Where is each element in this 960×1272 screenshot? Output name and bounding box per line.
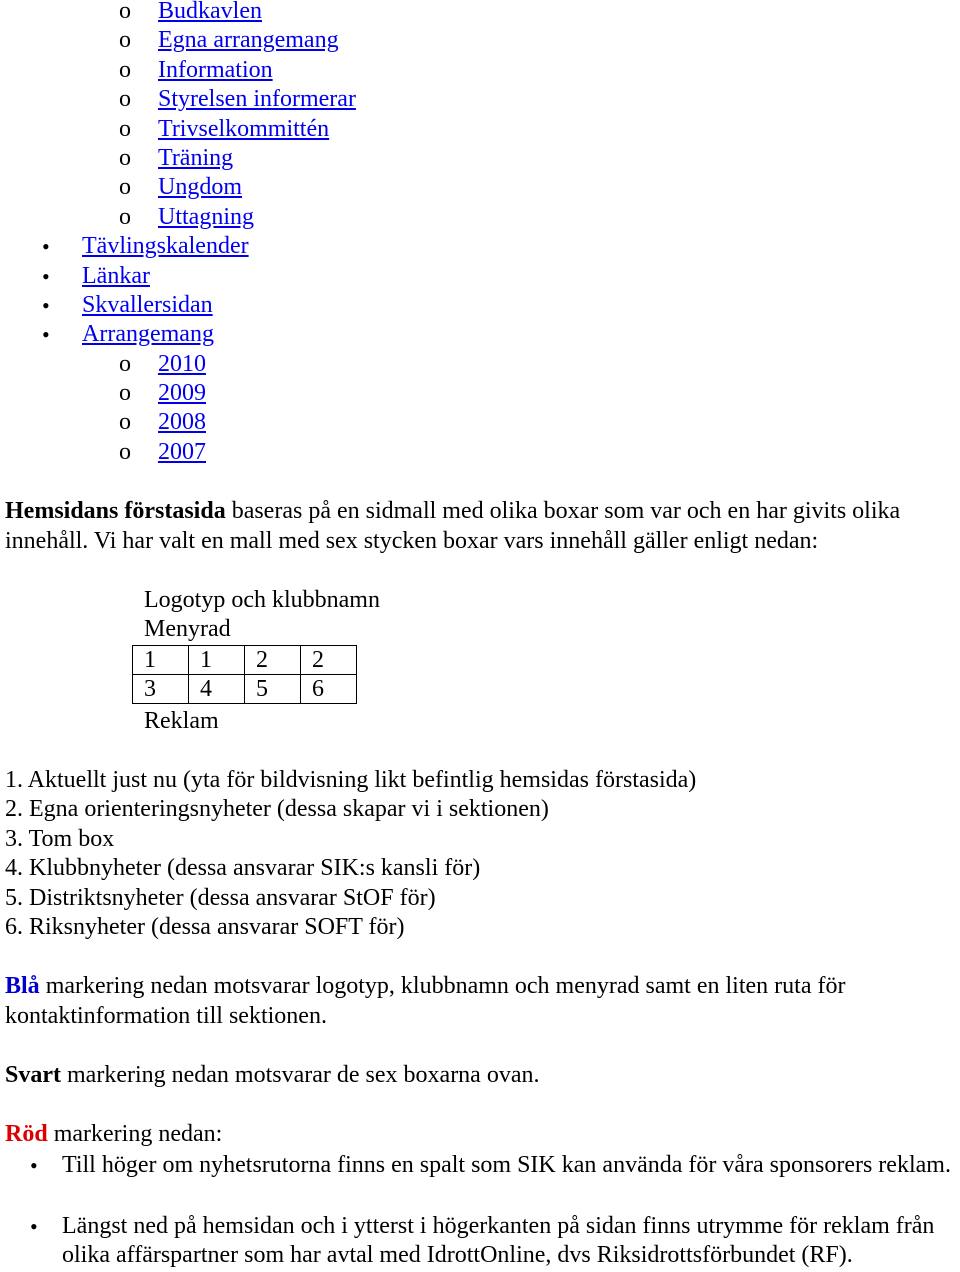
nav-item: • Arrangemang (0, 320, 960, 349)
nav-item: o 2010 (0, 350, 960, 379)
menu-label: Menyrad (144, 616, 231, 642)
nav-link[interactable]: Träning (158, 145, 233, 171)
grid-cell: 2 (300, 645, 357, 675)
box-item: 1. Aktuellt just nu (yta för bildvisning… (5, 767, 697, 793)
black-paragraph: Svart markering nedan motsvarar de sex b… (5, 1061, 960, 1091)
circle-marker-icon: o (119, 174, 131, 201)
black-word: Svart (5, 1062, 61, 1088)
nav-item: o Budkavlen (0, 0, 960, 26)
nav-item: o 2008 (0, 408, 960, 437)
nav-item: • Tävlingskalender (0, 232, 960, 261)
circle-marker-icon: o (119, 409, 131, 436)
nav-link[interactable]: Budkavlen (158, 0, 262, 24)
bullet-icon: • (30, 1214, 38, 1239)
red-bullet-item: • Till höger om nyhetsrutorna finns en sp… (30, 1151, 960, 1180)
layout-grid: 1122 3456 (132, 645, 357, 704)
nav-item: o Träning (0, 144, 960, 173)
red-bullet-item: • Längst ned på hemsidan och i ytterst i … (30, 1212, 960, 1271)
circle-marker-icon: o (119, 144, 131, 171)
circle-marker-icon: o (119, 115, 131, 142)
circle-marker-icon: o (119, 27, 131, 54)
grid-cell: 1 (132, 645, 189, 675)
nav-item: o 2007 (0, 438, 960, 467)
nav-item: o Trivselkommittén (0, 115, 960, 144)
circle-marker-icon: o (119, 56, 131, 83)
red-paragraph: Röd markering nedan: (5, 1120, 960, 1150)
bullet-icon: • (42, 322, 50, 348)
black-text: markering nedan motsvarar de sex boxarna… (61, 1062, 540, 1088)
nav-item: o Information (0, 56, 960, 85)
blue-text: markering nedan motsvarar logotyp, klubb… (5, 973, 846, 1029)
bullet-icon: • (42, 263, 50, 289)
nav-item: o Styrelsen informerar (0, 85, 960, 114)
nav-link[interactable]: 2007 (158, 439, 206, 465)
blue-paragraph: Blå markering nedan motsvarar logotyp, k… (5, 972, 960, 1031)
nav-link[interactable]: Ungdom (158, 174, 242, 200)
nav-link[interactable]: Egna arrangemang (158, 27, 339, 53)
navigation-list: o Budkavlen o Egna arrangemang o Information o… (0, 0, 960, 467)
nav-link[interactable]: Länkar (82, 263, 150, 289)
grid-row: 1122 (132, 645, 357, 675)
red-text: markering nedan: (47, 1121, 223, 1147)
bullet-text: Längst ned på hemsidan och i ytterst i h… (62, 1213, 935, 1269)
grid-cell: 6 (300, 674, 357, 704)
box-item: 4. Klubbnyheter (dessa ansvarar SIK:s ka… (5, 855, 481, 882)
circle-marker-icon: o (119, 203, 131, 230)
nav-item: • Skvallersidan (0, 291, 960, 320)
grid-cell: 3 (132, 674, 189, 704)
circle-marker-icon: o (119, 0, 131, 24)
grid-row: 3456 (132, 674, 357, 704)
bullet-icon: • (30, 1153, 38, 1178)
box-item: 5. Distriktsnyheter (dessa ansvarar StOF… (5, 884, 436, 911)
circle-marker-icon: o (119, 350, 131, 377)
intro-paragraph: Hemsidans förstasida baseras på en sidma… (5, 497, 960, 556)
ad-label: Reklam (144, 708, 219, 734)
nav-link[interactable]: Uttagning (158, 204, 254, 230)
box-item: 6. Riksnyheter (dessa ansvarar SOFT för) (5, 914, 405, 941)
circle-marker-icon: o (119, 86, 131, 113)
bullet-text: Till höger om nyhetsrutorna finns en spa… (62, 1152, 951, 1178)
nav-item: o 2009 (0, 379, 960, 408)
grid-cell: 1 (188, 645, 245, 675)
grid-cell: 2 (244, 645, 301, 675)
nav-link[interactable]: Trivselkommittén (158, 116, 329, 142)
grid-cell: 4 (188, 674, 245, 704)
nav-link[interactable]: Information (158, 57, 273, 83)
bullet-icon: • (42, 234, 50, 260)
nav-link[interactable]: 2010 (158, 351, 206, 377)
bullet-icon: • (42, 292, 50, 318)
box-item: 2. Egna orienteringsnyheter (dessa skapa… (5, 796, 549, 823)
nav-link[interactable]: Arrangemang (82, 321, 214, 347)
intro-bold: Hemsidans förstasida (5, 498, 226, 524)
blue-word: Blå (5, 973, 40, 999)
nav-item: o Egna arrangemang (0, 26, 960, 55)
grid-cell: 5 (244, 674, 301, 704)
nav-item: o Ungdom (0, 173, 960, 202)
nav-link[interactable]: Styrelsen informerar (158, 86, 356, 112)
nav-link[interactable]: Tävlingskalender (82, 233, 249, 259)
box-list: 1. Aktuellt just nu (yta för bildvisning… (5, 766, 960, 942)
nav-link[interactable]: Skvallersidan (82, 292, 213, 318)
nav-item: o Uttagning (0, 203, 960, 232)
nav-link[interactable]: 2008 (158, 409, 206, 435)
nav-item: • Länkar (0, 262, 960, 291)
circle-marker-icon: o (119, 380, 131, 407)
logo-label: Logotyp och klubbnamn (144, 587, 380, 613)
box-item: 3. Tom box (5, 825, 115, 852)
circle-marker-icon: o (119, 438, 131, 465)
nav-link[interactable]: 2009 (158, 380, 206, 406)
red-word: Röd (5, 1121, 48, 1147)
